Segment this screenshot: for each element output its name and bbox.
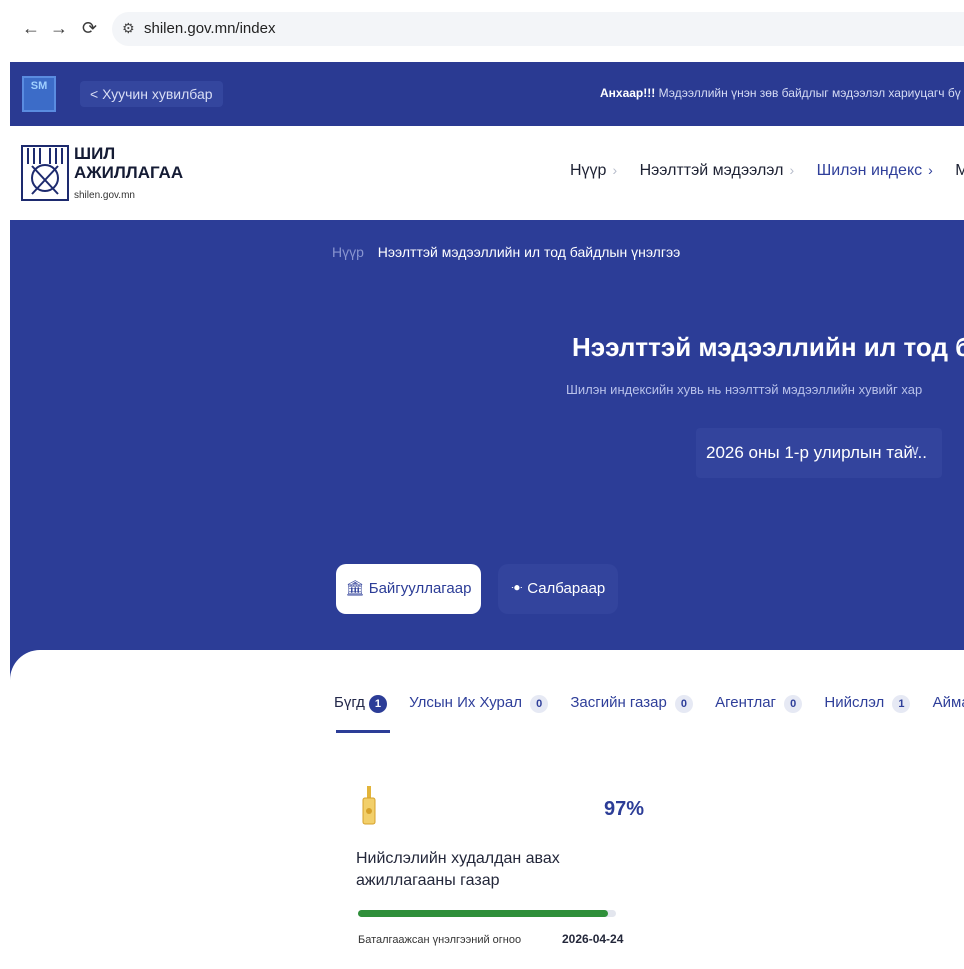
main-menu: Нүүр › Нээлттэй мэдээлэл › Шилэн индекс › М… xyxy=(570,162,964,180)
tab-government[interactable]: Засгийн газар 0 xyxy=(570,694,693,713)
url-text: shilen.gov.mn/index xyxy=(144,20,276,37)
site-header: ШИЛ АЖИЛЛАГАА shilen.gov.mn Нүүр › Нээлтт… xyxy=(10,126,964,220)
tab-label: Улсын Их Хурал xyxy=(409,694,522,711)
tab-count: 1 xyxy=(368,695,387,713)
medal-icon xyxy=(362,786,376,825)
tab-all[interactable]: Бүгд 1 xyxy=(334,694,387,713)
brand-domain: shilen.gov.mn xyxy=(74,190,135,201)
organization-card[interactable]: 97% Нийслэлийн худалдан авах ажиллагааны… xyxy=(348,774,648,969)
chevron-right-icon: › xyxy=(928,162,933,178)
tab-count: 0 xyxy=(784,695,803,713)
old-version-button[interactable]: < Хуучин хувилбар xyxy=(80,81,223,107)
site-settings-icon[interactable]: ⚙ xyxy=(122,20,135,37)
verified-date-label: Баталгаажсан үнэлгээний огноо xyxy=(358,934,522,946)
period-select[interactable]: 2026 оны 1-р улирлын тай... ∨ xyxy=(696,428,942,478)
category-tabs: Бүгд 1 Улсын Их Хурал 0 Засгийн газар 0 А… xyxy=(334,694,964,713)
tab-count: 0 xyxy=(674,695,693,713)
active-tab-indicator xyxy=(336,730,390,733)
verified-date-value: 2026-04-24 xyxy=(562,932,624,946)
notice-text: Мэдээллийн үнэн зөв байдлыг мэдээлэл хар… xyxy=(655,86,961,100)
score-progress-fill xyxy=(358,910,609,917)
address-bar[interactable]: ⚙ shilen.gov.mn/index xyxy=(112,12,964,46)
tab-province[interactable]: Аймаг xyxy=(933,694,964,711)
brand-line-2: АЖИЛЛАГАА xyxy=(74,163,184,182)
menu-item-index[interactable]: Шилэн индекс xyxy=(817,162,923,180)
menu-item-more[interactable]: Мэ xyxy=(955,162,964,180)
breadcrumb: Нүүр Нээлттэй мэдээллийн ил тод байдлын … xyxy=(332,244,680,260)
forward-icon[interactable]: → xyxy=(50,16,68,40)
tab-capital[interactable]: Нийслэл 1 xyxy=(824,694,911,713)
menu-item-open-data[interactable]: Нээлттэй мэдээлэл xyxy=(640,162,784,180)
breadcrumb-current: Нээлттэй мэдээллийн ил тод байдлын үнэлг… xyxy=(377,244,681,260)
tab-label: Засгийн газар xyxy=(570,694,667,711)
page-title: Нээлттэй мэдээллийн ил тод байдлы xyxy=(572,332,964,362)
tab-agency[interactable]: Агентлаг 0 xyxy=(715,694,803,713)
score-progress-bar xyxy=(358,910,616,917)
notice-bold: Анхаар!!! xyxy=(600,86,656,100)
menu-item-home[interactable]: Нүүр xyxy=(570,162,606,180)
tab-label: Агентлаг xyxy=(715,694,777,711)
browser-bar: ← → ⟳ ⚙ shilen.gov.mn/index xyxy=(0,0,964,58)
back-icon[interactable]: ← xyxy=(22,16,40,40)
breadcrumb-home[interactable]: Нүүр xyxy=(332,244,364,260)
reload-icon[interactable]: ⟳ xyxy=(82,16,97,40)
score-percent: 97% xyxy=(604,798,645,820)
by-sector-toggle[interactable]: ꔹ Салбараар xyxy=(498,564,618,614)
notice-marquee: Анхаар!!! Мэдээллийн үнэн зөв байдлыг мэ… xyxy=(600,86,961,100)
results-panel: Бүгд 1 Улсын Их Хурал 0 Засгийн газар 0 А… xyxy=(10,650,964,969)
tab-parliament[interactable]: Улсын Их Хурал 0 xyxy=(409,694,549,713)
chevron-right-icon: › xyxy=(612,162,618,178)
tab-count: 0 xyxy=(530,695,549,713)
tab-label: Нийслэл xyxy=(824,694,885,711)
chevron-right-icon: › xyxy=(789,162,795,178)
mini-logo-text: SM xyxy=(30,80,48,92)
brand-line-1: ШИЛ xyxy=(74,144,116,163)
tab-label: Бүгд xyxy=(334,694,365,711)
hero-section: Нүүр Нээлттэй мэдээллийн ил тод байдлын … xyxy=(10,220,964,690)
page-subtitle: Шилэн индексийн хувь нь нээлттэй мэдээлл… xyxy=(566,382,923,397)
organization-name[interactable]: Нийслэлийн худалдан авах ажиллагааны газ… xyxy=(356,848,596,892)
crest-logo-icon[interactable] xyxy=(20,144,70,202)
tab-label: Аймаг xyxy=(932,694,964,711)
top-notice-bar: SM < Хуучин хувилбар Анхаар!!! Мэдээллий… xyxy=(10,62,964,126)
period-select-value: 2026 оны 1-р улирлын тай... xyxy=(706,443,927,462)
by-organization-toggle[interactable]: 🏛 Байгууллагаар xyxy=(336,564,481,614)
chevron-down-icon: ∨ xyxy=(910,442,921,458)
site-mini-logo[interactable]: SM xyxy=(22,76,56,112)
tab-count: 1 xyxy=(892,695,911,713)
